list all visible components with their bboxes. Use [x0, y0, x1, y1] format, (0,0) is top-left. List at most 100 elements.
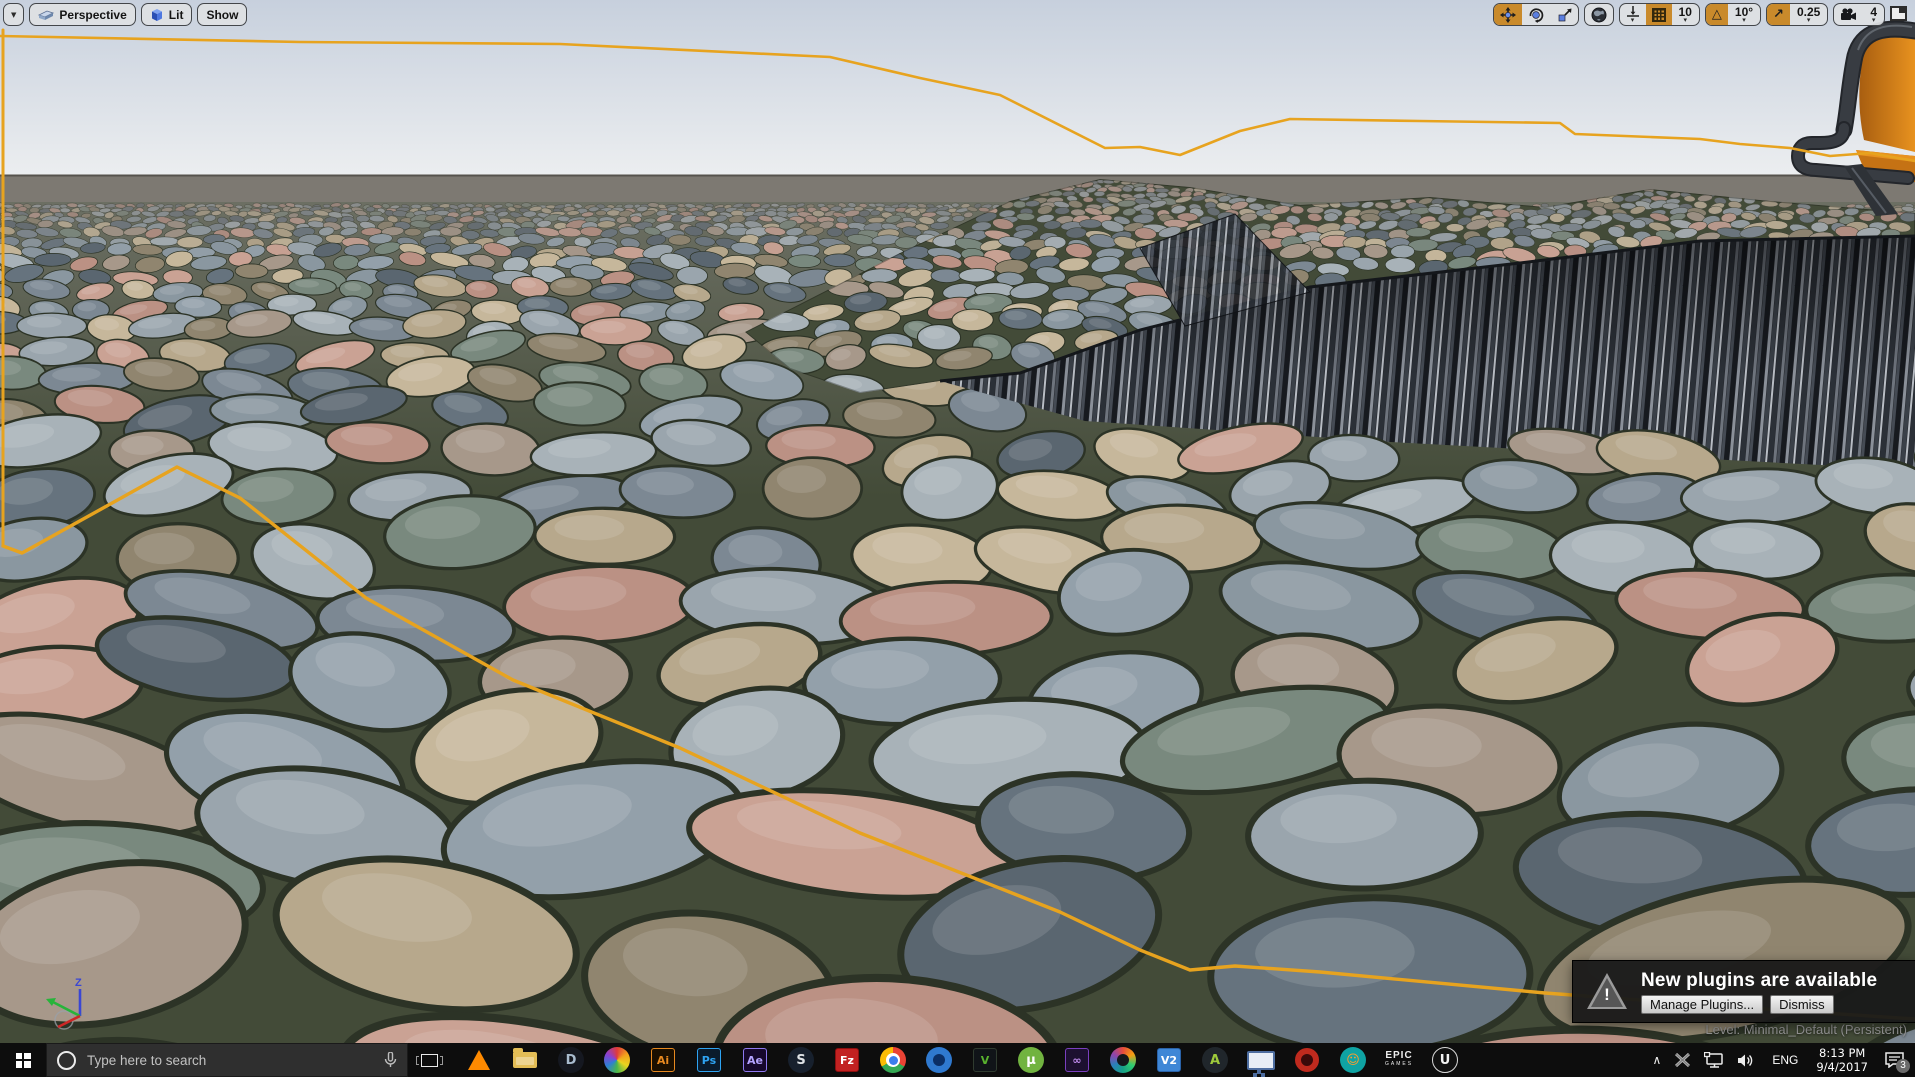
volume-tray-button[interactable]	[1731, 1043, 1763, 1077]
globe-icon	[1591, 7, 1607, 22]
viewport-3d-scene[interactable]: Z ▼ Perspective Lit Show ▾ 10 ▾ △ 10° ▾ …	[0, 0, 1915, 1043]
taskbar-app-google-chrome[interactable]	[870, 1043, 916, 1077]
taskbar-app-epic-games-launcher[interactable]: EPIC GAMES	[1376, 1043, 1422, 1077]
blue-browser-icon	[926, 1047, 952, 1073]
level-name-label: Level: Minimal_Default (Persistent)	[1705, 1022, 1907, 1037]
file-explorer-icon	[513, 1048, 537, 1068]
task-view-button[interactable]	[408, 1043, 450, 1077]
angle-snap-icon: △	[1711, 7, 1722, 22]
taskbar-app-visual-studio[interactable]: ∞	[1054, 1043, 1100, 1077]
rotation-snap-size[interactable]: 10° ▾	[1728, 4, 1760, 25]
scale-snap-toggle[interactable]: ↗	[1767, 4, 1790, 25]
scale-icon	[1558, 8, 1572, 21]
taskbar-app-vlc-media-player[interactable]	[456, 1043, 502, 1077]
red-utility-icon	[1295, 1048, 1319, 1072]
dismiss-button[interactable]: Dismiss	[1770, 994, 1834, 1014]
taskbar-search-box[interactable]	[46, 1043, 408, 1077]
taskbar-app-adobe-after-effects[interactable]: Ae	[732, 1043, 778, 1077]
scale-snap-size[interactable]: 0.25 ▾	[1790, 4, 1827, 25]
taskbar-app-utorrent[interactable]: µ	[1008, 1043, 1054, 1077]
taskbar-app-filezilla[interactable]: Fz	[824, 1043, 870, 1077]
x-icon	[1675, 1053, 1691, 1067]
teal-smiley-app-icon: ☺	[1340, 1047, 1366, 1073]
taskbar-app-daemon-tools[interactable]: D	[548, 1043, 594, 1077]
language-indicator[interactable]: ENG	[1763, 1043, 1807, 1077]
level-editor-render[interactable]: Z	[0, 0, 1915, 1043]
grid-snap-toggle[interactable]	[1645, 4, 1672, 25]
clock[interactable]: 8:13 PM 9/4/2017	[1807, 1043, 1877, 1077]
taskbar-app-file-explorer[interactable]	[502, 1043, 548, 1077]
microphone-icon[interactable]	[384, 1052, 397, 1068]
grid-snap-group: ▾ 10 ▾	[1618, 3, 1700, 26]
chevron-down-icon: ▾	[1742, 15, 1746, 24]
viewport-toolbar-left: ▼ Perspective Lit Show	[3, 3, 248, 26]
action-center-button[interactable]: 3	[1877, 1043, 1915, 1077]
camera-speed-value-cell[interactable]: 4 ▾	[1863, 4, 1884, 25]
paint-balloon-app-icon	[604, 1047, 630, 1073]
vlc-media-player-icon	[468, 1050, 490, 1070]
chevron-down-icon: ▾	[1806, 15, 1811, 24]
taskbar-app-red-utility[interactable]	[1284, 1043, 1330, 1077]
x-app-tray-icon[interactable]	[1668, 1043, 1697, 1077]
taskbar-app-teal-smiley-app[interactable]: ☺	[1330, 1043, 1376, 1077]
taskbar-app-v2-notes[interactable]: V2	[1146, 1043, 1192, 1077]
world-space-button[interactable]	[1585, 4, 1613, 25]
rotation-snap-toggle[interactable]: △	[1705, 4, 1728, 25]
scale-tool-button[interactable]	[1550, 4, 1578, 25]
chevron-down-icon: ▾	[1630, 16, 1635, 24]
world-local-group	[1583, 3, 1614, 26]
notification-badge: 3	[1896, 1059, 1910, 1073]
show-label: Show	[206, 7, 239, 22]
maximize-viewport-button[interactable]	[1890, 6, 1907, 21]
network-tray-button[interactable]	[1697, 1043, 1731, 1077]
search-input[interactable]	[85, 1051, 375, 1069]
time-label: 8:13 PM	[1819, 1046, 1866, 1060]
lit-mode-button[interactable]: Lit	[140, 3, 193, 26]
warning-triangle-icon: !	[1585, 972, 1629, 1012]
color-pentagon-app-icon	[1110, 1047, 1136, 1073]
pinned-apps: D Ai Ps Ae S Fz Vµ ∞ V2 A ☺ EPIC GAMES U	[456, 1043, 1468, 1077]
viewport-options-dropdown[interactable]: ▼	[3, 3, 25, 26]
taskbar-app-v-app[interactable]: V	[962, 1043, 1008, 1077]
perspective-button[interactable]: Perspective	[29, 3, 136, 26]
taskbar-app-paint-balloon-app[interactable]	[594, 1043, 640, 1077]
epic-games-launcher-icon: EPIC GAMES	[1384, 1050, 1414, 1068]
rotation-snap-value: 10°	[1734, 4, 1754, 19]
taskbar-app-adobe-illustrator[interactable]: Ai	[640, 1043, 686, 1077]
google-chrome-icon	[880, 1047, 906, 1073]
taskbar-app-color-pentagon-app[interactable]	[1100, 1043, 1146, 1077]
move-tool-button[interactable]	[1493, 4, 1522, 25]
show-flags-button[interactable]: Show	[197, 3, 248, 26]
taskbar-app-remote-desktop[interactable]	[1238, 1043, 1284, 1077]
svg-text:Z: Z	[75, 977, 82, 989]
grid-snap-value: 10	[1678, 4, 1692, 19]
system-tray: ∧ ENG 8:13 PM 9/4/2017 3	[1646, 1043, 1915, 1077]
move-icon	[1499, 6, 1516, 23]
scale-snap-icon: ↗	[1773, 7, 1784, 22]
chevron-down-icon: ▼	[11, 10, 17, 19]
taskbar-app-android-studio[interactable]: A	[1192, 1043, 1238, 1077]
unreal-engine-icon: U	[1432, 1047, 1458, 1073]
taskbar-app-steam[interactable]: S	[778, 1043, 824, 1077]
lit-cube-icon	[151, 8, 162, 21]
start-button[interactable]	[0, 1043, 46, 1077]
windows-logo-icon	[15, 1052, 31, 1068]
manage-plugins-button[interactable]: Manage Plugins...	[1641, 994, 1764, 1014]
task-view-icon	[415, 1053, 443, 1067]
surface-snap-button[interactable]: ▾	[1620, 4, 1646, 25]
android-studio-icon: A	[1202, 1047, 1228, 1073]
taskbar-app-blue-browser[interactable]	[916, 1043, 962, 1077]
date-label: 9/4/2017	[1816, 1060, 1868, 1074]
taskbar-app-adobe-photoshop[interactable]: Ps	[686, 1043, 732, 1077]
show-hidden-icons-button[interactable]: ∧	[1646, 1043, 1669, 1077]
rotate-tool-button[interactable]	[1522, 4, 1550, 25]
viewport-toolbar-right: ▾ 10 ▾ △ 10° ▾ ↗ 0.25 ▾ 4 ▾	[1492, 3, 1907, 26]
grid-snap-size[interactable]: 10 ▾	[1672, 4, 1699, 25]
camera-speed-group: 4 ▾	[1833, 3, 1885, 26]
taskbar-app-unreal-engine[interactable]: U	[1422, 1043, 1468, 1077]
v-app-icon: V	[973, 1048, 997, 1072]
adobe-illustrator-icon: Ai	[651, 1048, 675, 1072]
camera-speed-button[interactable]	[1834, 4, 1863, 25]
rotate-icon	[1529, 7, 1543, 23]
perspective-label: Perspective	[59, 7, 127, 22]
